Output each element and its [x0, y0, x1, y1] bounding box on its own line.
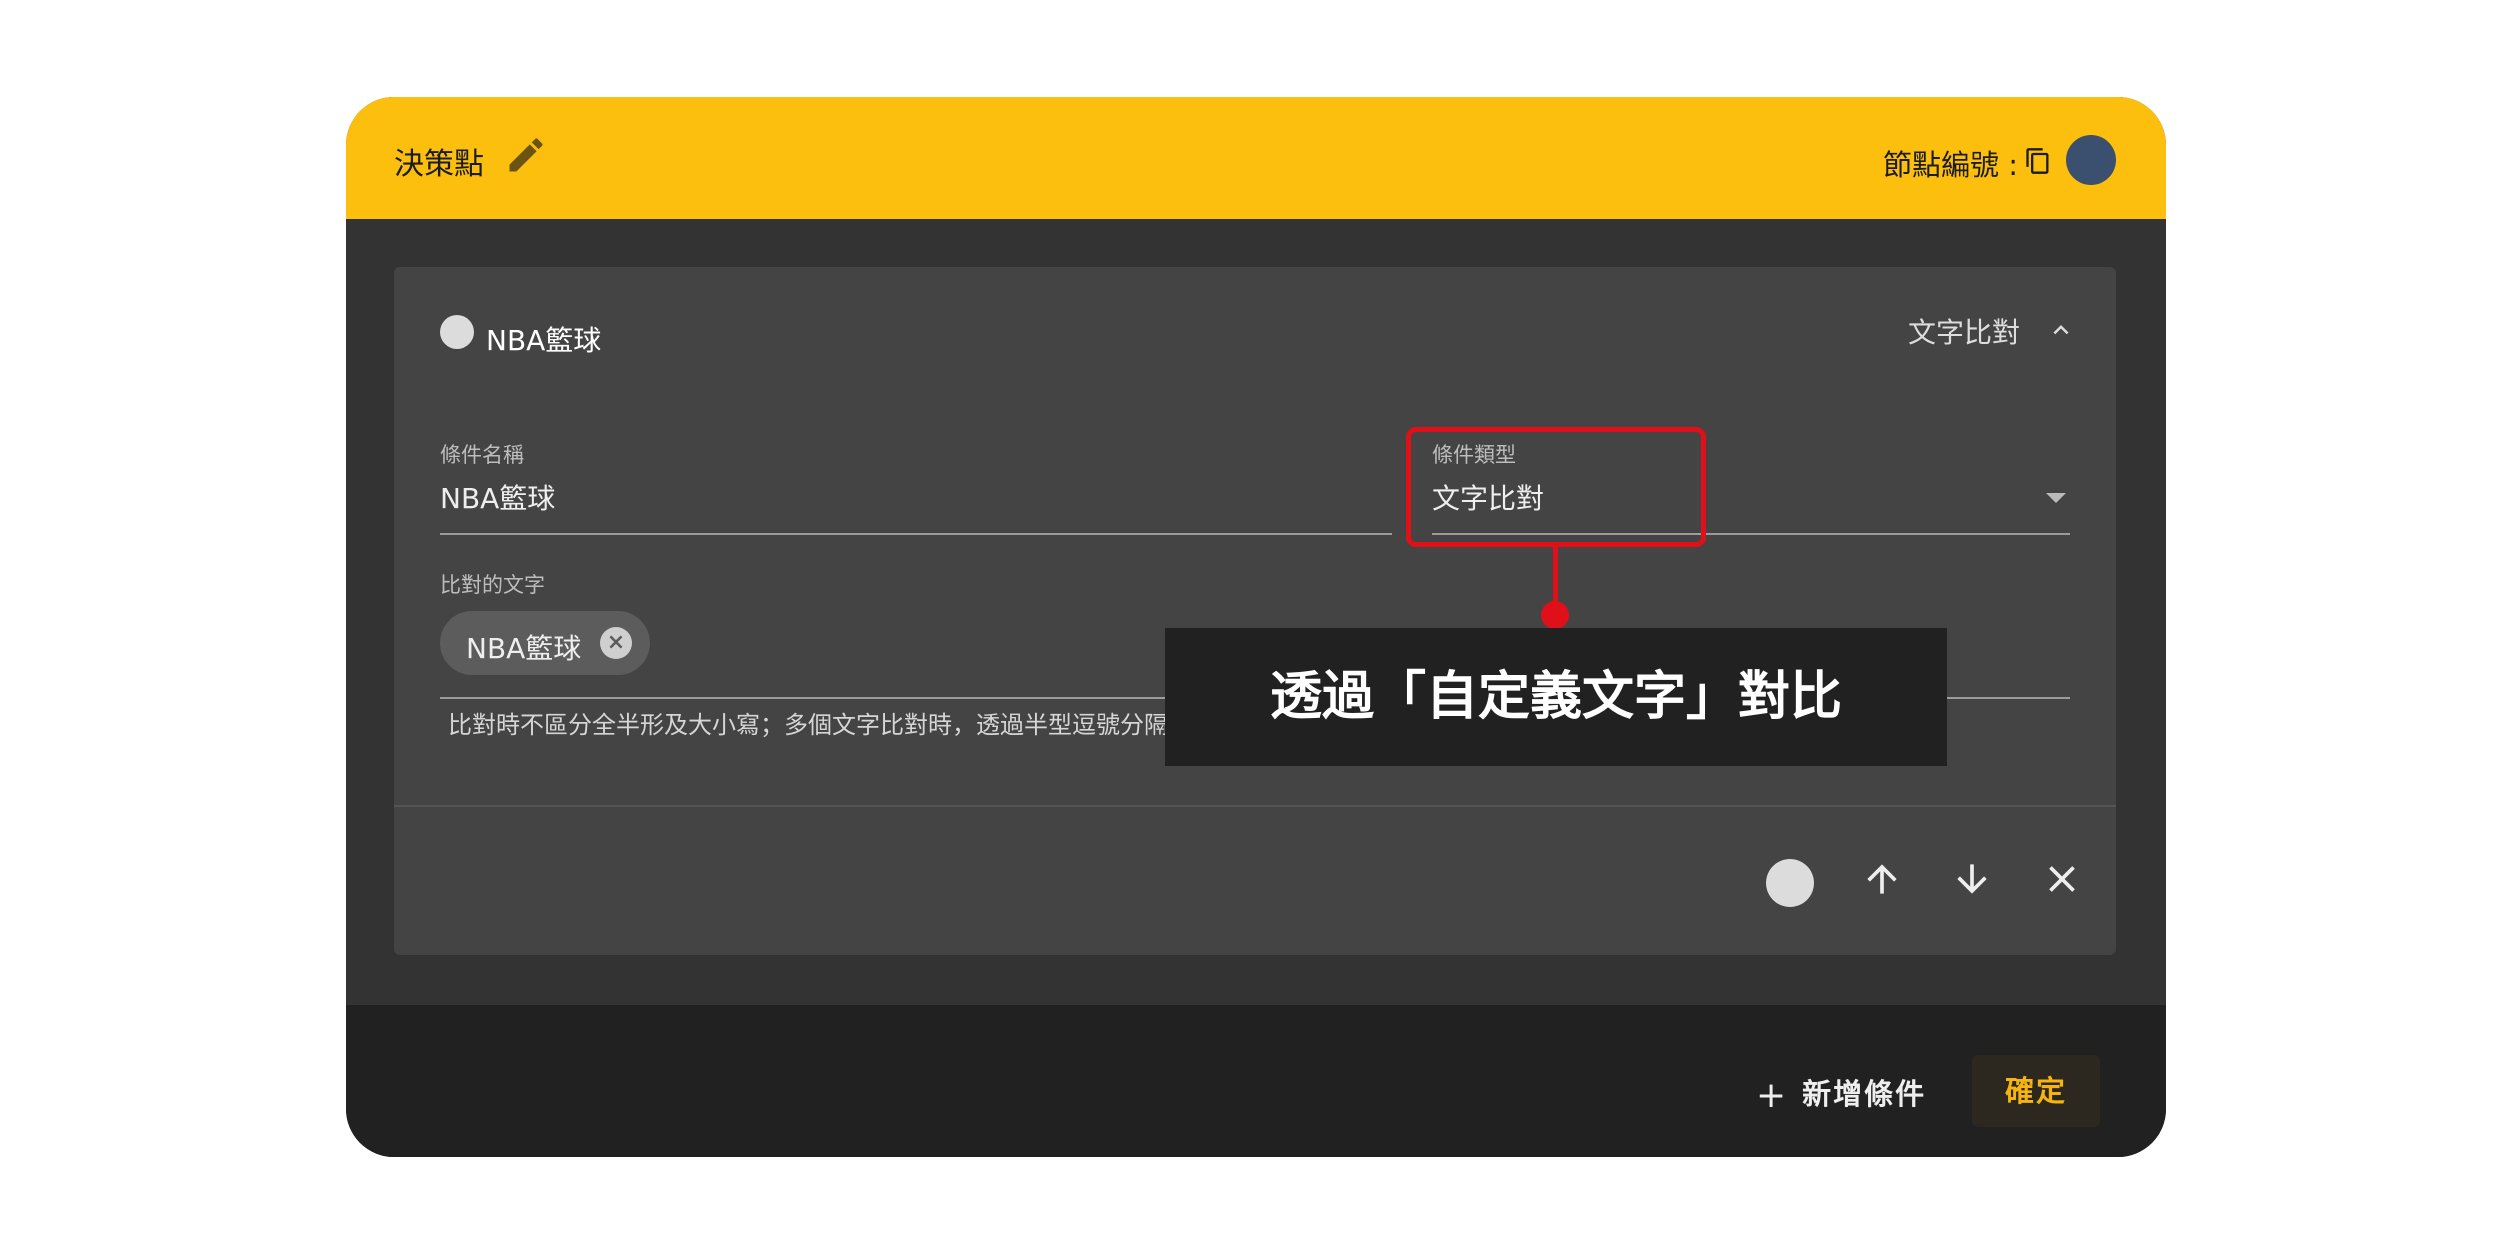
- dialog-title: 決策點: [394, 147, 484, 182]
- confirm-button[interactable]: 確定: [1972, 1055, 2100, 1127]
- close-circle-icon[interactable]: ×: [600, 627, 632, 659]
- decision-node-dialog: 決策點 節點編號 : NBA籃球 文字比對 條件名稱 NBA籃球 條件類型 文字…: [346, 97, 2166, 1157]
- condition-color-dot: [440, 315, 474, 349]
- add-condition-label: 新增條件: [1802, 1077, 1927, 1111]
- condition-name-input[interactable]: NBA籃球: [440, 477, 555, 517]
- copy-icon[interactable]: [2024, 147, 2052, 175]
- arrow-up-icon[interactable]: [1860, 857, 1904, 901]
- avatar: [2066, 135, 2116, 185]
- color-picker-dot[interactable]: [1766, 859, 1814, 907]
- text-chip[interactable]: NBA籃球 ×: [440, 611, 650, 675]
- condition-card-type: 文字比對: [1907, 316, 2020, 349]
- close-icon[interactable]: [2040, 857, 2084, 901]
- annotation-highlight: [1406, 427, 1706, 547]
- chevron-up-icon[interactable]: [2046, 315, 2076, 345]
- add-condition-button[interactable]: + 新增條件: [1756, 1071, 1926, 1116]
- text-chip-label: NBA籃球: [466, 632, 582, 665]
- dialog-header: 決策點 節點編號 :: [346, 97, 2166, 219]
- annotation-callout: 透過「自定義文字」對比: [1165, 628, 1947, 766]
- condition-card-title: NBA籃球: [486, 324, 602, 357]
- condition-name-underline: [440, 533, 1392, 535]
- plus-icon: +: [1756, 1075, 1789, 1116]
- dialog-actions: + 新增條件 確定: [346, 1005, 2166, 1157]
- condition-card: NBA籃球 文字比對 條件名稱 NBA籃球 條件類型 文字比對 比對的文字 NB…: [394, 267, 2116, 955]
- compare-text-label: 比對的文字: [440, 573, 545, 597]
- annotation-dot: [1541, 601, 1569, 629]
- pencil-icon[interactable]: [504, 133, 548, 177]
- dropdown-arrow-icon[interactable]: [2046, 493, 2066, 503]
- condition-name-label: 條件名稱: [440, 443, 524, 467]
- node-id-label: 節點編號 :: [1883, 148, 2018, 182]
- arrow-down-icon[interactable]: [1950, 857, 1994, 901]
- card-divider: [394, 805, 2116, 807]
